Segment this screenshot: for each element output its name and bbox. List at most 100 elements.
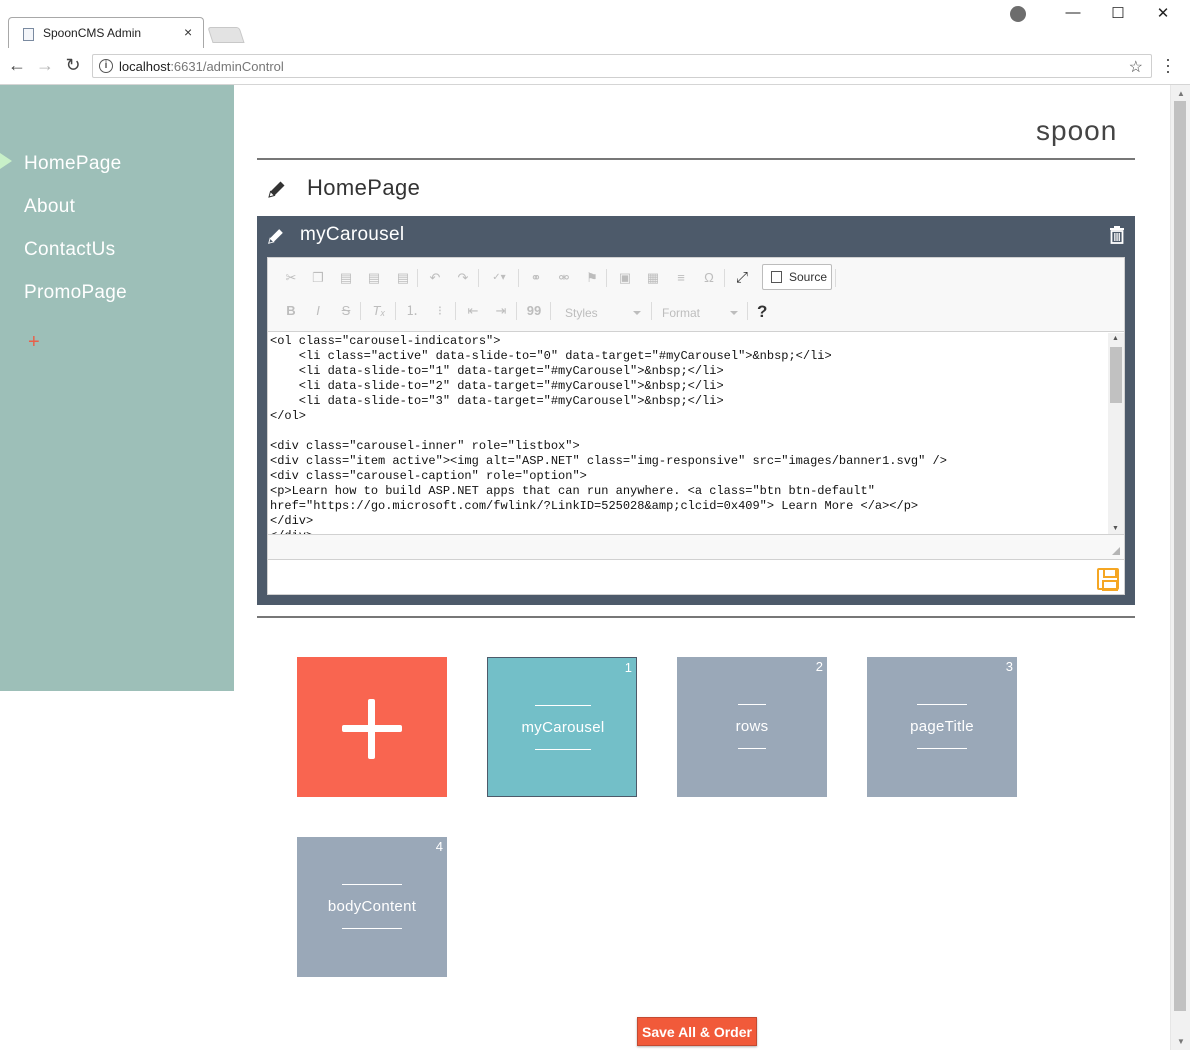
- browser-window: SpoonCMS Admin × — ☐ ✕ ← → ↻ i localhost…: [0, 0, 1190, 1050]
- undo-icon[interactable]: ↶: [424, 267, 446, 289]
- toolbar-separator: [478, 269, 479, 287]
- scroll-down-icon[interactable]: ▼: [1177, 1037, 1185, 1046]
- page-title: HomePage: [307, 175, 421, 200]
- tile-label: myCarousel: [521, 719, 605, 736]
- new-tab-button[interactable]: [207, 27, 245, 43]
- anchor-flag-icon[interactable]: ⚑: [581, 267, 603, 289]
- bulleted-list-icon[interactable]: ⁝: [429, 300, 451, 322]
- toolbar-separator: [550, 302, 551, 320]
- numbered-list-icon[interactable]: ⒈: [401, 300, 423, 322]
- styles-label: Styles: [565, 306, 598, 320]
- toolbar-separator: [651, 302, 652, 320]
- copy-icon[interactable]: ❐: [307, 267, 329, 289]
- tile-label: bodyContent: [327, 898, 417, 915]
- sidebar-item-about[interactable]: About: [24, 196, 75, 218]
- toolbar-separator: [417, 269, 418, 287]
- reload-icon[interactable]: ↻: [62, 55, 84, 76]
- scroll-up-icon[interactable]: ▲: [1177, 89, 1185, 98]
- info-icon[interactable]: i: [99, 59, 113, 73]
- editor-toolbar: ✂ ❐ ▤ ▤ ▤ ↶ ↷ ✓▾ ⚭ ⚮ ⚑ ▣ ▦ ≡ Ω ⤢ Source …: [268, 258, 1124, 332]
- content-tile-pagetitle[interactable]: 3 pageTitle: [867, 657, 1017, 797]
- paste-icon[interactable]: ▤: [335, 267, 357, 289]
- help-button[interactable]: ?: [757, 302, 767, 322]
- tile-line: [535, 705, 591, 706]
- table-icon[interactable]: ▦: [642, 267, 664, 289]
- source-code-textarea[interactable]: <ol class="carousel-indicators"> <li cla…: [268, 333, 1124, 534]
- bookmark-star-icon[interactable]: ☆: [1129, 57, 1143, 77]
- browser-titlebar: SpoonCMS Admin × — ☐ ✕: [0, 0, 1190, 48]
- back-arrow-icon[interactable]: ←: [6, 55, 28, 76]
- paste-word-icon[interactable]: ▤: [392, 267, 414, 289]
- source-code-text: <ol class="carousel-indicators"> <li cla…: [270, 334, 947, 534]
- source-button[interactable]: Source: [762, 264, 832, 290]
- redo-icon[interactable]: ↷: [452, 267, 474, 289]
- cut-icon[interactable]: ✂: [280, 267, 302, 289]
- italic-icon[interactable]: I: [307, 300, 329, 322]
- brand-logo: spoon: [1036, 115, 1118, 146]
- browser-menu-icon[interactable]: · · ·: [1162, 50, 1174, 80]
- tile-line: [342, 884, 402, 885]
- code-scrollbar[interactable]: ▲ ▼: [1108, 333, 1124, 534]
- tab-close-icon[interactable]: ×: [184, 24, 192, 40]
- maximize-editor-icon[interactable]: ⤢: [731, 267, 753, 289]
- content-tile-mycarousel[interactable]: 1 myCarousel: [487, 657, 637, 797]
- scroll-up-icon[interactable]: ▲: [1112, 335, 1119, 342]
- content-tile-rows[interactable]: 2 rows: [677, 657, 827, 797]
- chevron-down-icon: [730, 311, 738, 315]
- toolbar-separator: [455, 302, 456, 320]
- page-content: HomePage About ContactUs PromoPage + spo…: [0, 85, 1170, 1050]
- unlink-icon[interactable]: ⚮: [553, 267, 575, 289]
- forward-arrow-icon[interactable]: →: [34, 55, 56, 76]
- profile-icon[interactable]: [1010, 6, 1026, 22]
- tile-line: [917, 704, 967, 705]
- link-icon[interactable]: ⚭: [525, 267, 547, 289]
- add-page-button[interactable]: +: [28, 331, 40, 354]
- content-tile-bodycontent[interactable]: 4 bodyContent: [297, 837, 447, 977]
- source-label: Source: [789, 270, 828, 284]
- sidebar: HomePage About ContactUs PromoPage +: [0, 85, 234, 691]
- save-icon[interactable]: [1097, 568, 1119, 591]
- chevron-down-icon: [633, 311, 641, 315]
- toolbar-separator: [747, 302, 748, 320]
- horizontal-line-icon[interactable]: ≡: [670, 267, 692, 289]
- page-icon: [23, 28, 34, 41]
- indent-icon[interactable]: ⇥: [490, 300, 512, 322]
- bold-icon[interactable]: B: [280, 300, 302, 322]
- address-bar[interactable]: i localhost:6631/adminControl ☆: [92, 54, 1152, 78]
- toolbar-separator: [606, 269, 607, 287]
- remove-format-icon[interactable]: Tₓ: [368, 300, 390, 322]
- toolbar-separator: [360, 302, 361, 320]
- sidebar-item-homepage[interactable]: HomePage: [24, 153, 121, 175]
- special-char-icon[interactable]: Ω: [698, 267, 720, 289]
- maximize-button[interactable]: ☐: [1103, 4, 1133, 22]
- close-window-button[interactable]: ✕: [1148, 4, 1178, 22]
- paste-text-icon[interactable]: ▤: [363, 267, 385, 289]
- plus-icon: [368, 699, 375, 759]
- trash-icon[interactable]: [1109, 226, 1125, 244]
- scroll-down-icon[interactable]: ▼: [1112, 525, 1119, 532]
- minimize-button[interactable]: —: [1058, 4, 1088, 21]
- content-title: myCarousel: [300, 224, 405, 245]
- scroll-thumb[interactable]: [1174, 101, 1186, 1011]
- divider: [257, 158, 1135, 160]
- add-content-tile[interactable]: [297, 657, 447, 797]
- strikethrough-icon[interactable]: S: [335, 300, 357, 322]
- format-dropdown[interactable]: Format: [662, 302, 738, 324]
- scroll-thumb[interactable]: [1110, 347, 1122, 403]
- toolbar-separator: [516, 302, 517, 320]
- image-icon[interactable]: ▣: [614, 267, 636, 289]
- resize-grip-icon[interactable]: [1112, 547, 1120, 555]
- blockquote-icon[interactable]: 99: [523, 300, 545, 322]
- rich-text-editor: ✂ ❐ ▤ ▤ ▤ ↶ ↷ ✓▾ ⚭ ⚮ ⚑ ▣ ▦ ≡ Ω ⤢ Source …: [267, 257, 1125, 595]
- browser-tab[interactable]: SpoonCMS Admin ×: [8, 17, 204, 48]
- outdent-icon[interactable]: ⇤: [462, 300, 484, 322]
- spellcheck-icon[interactable]: ✓▾: [488, 267, 510, 289]
- page-scrollbar[interactable]: ▲ ▼: [1170, 85, 1190, 1050]
- tile-order-number: 4: [435, 839, 443, 854]
- save-all-order-button[interactable]: Save All & Order: [637, 1017, 757, 1046]
- sidebar-item-contactus[interactable]: ContactUs: [24, 239, 115, 261]
- styles-dropdown[interactable]: Styles: [565, 302, 641, 324]
- edit-content-icon[interactable]: [266, 226, 286, 246]
- sidebar-item-promopage[interactable]: PromoPage: [24, 282, 127, 304]
- edit-page-icon[interactable]: [266, 178, 288, 200]
